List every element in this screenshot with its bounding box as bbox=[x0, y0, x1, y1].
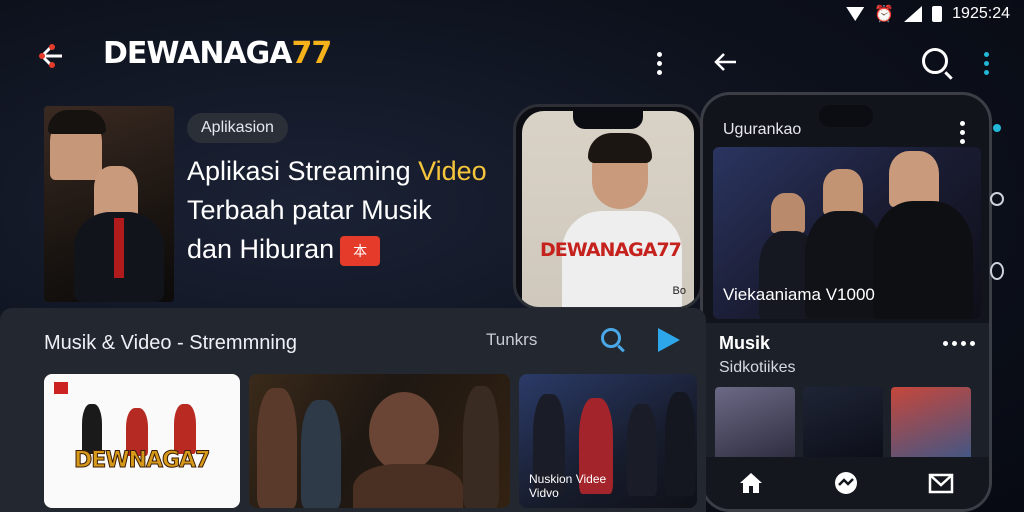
phone-bottom-nav bbox=[703, 457, 989, 509]
back-arrow-icon[interactable] bbox=[712, 48, 740, 76]
more-menu-icon-right[interactable] bbox=[983, 52, 989, 75]
messenger-icon[interactable] bbox=[833, 471, 859, 495]
hero-headline: Aplikasi Streaming Video Terbaah patar M… bbox=[187, 152, 517, 269]
phone-left-brand: DEWANAGA77 bbox=[540, 239, 682, 261]
hot-badge: 本 bbox=[340, 235, 381, 266]
mail-icon[interactable] bbox=[928, 471, 954, 495]
headline-line2: Terbaah patar Musik bbox=[187, 195, 432, 225]
search-icon[interactable] bbox=[922, 48, 948, 74]
alarm-icon: ⏰ bbox=[874, 6, 895, 23]
more-menu-icon[interactable] bbox=[656, 52, 662, 75]
section-more-icon[interactable] bbox=[943, 341, 975, 346]
category-pill[interactable]: Aplikasion bbox=[187, 113, 288, 143]
wifi-icon bbox=[846, 7, 865, 21]
phone-right-section-sub: Sidkotiikes bbox=[719, 359, 796, 376]
phone-right-hero-caption: Viekaaniama V1000 bbox=[723, 285, 875, 304]
battery-icon bbox=[932, 6, 943, 22]
thumb-1[interactable] bbox=[715, 387, 795, 463]
hero-image[interactable] bbox=[44, 106, 174, 302]
phone-left-screen[interactable]: DEWANAGA77 Bo bbox=[522, 111, 694, 307]
panel-title: Musik & Video - Stremmning bbox=[44, 332, 298, 354]
edge-profile-icon[interactable] bbox=[990, 262, 1004, 280]
status-bar: ⏰ 1925:24 bbox=[846, 4, 1010, 24]
phone-notch bbox=[573, 111, 643, 129]
phone-right-section-title: Musik bbox=[719, 333, 771, 353]
phone-right-thumbs bbox=[715, 387, 971, 463]
home-icon[interactable] bbox=[738, 471, 764, 495]
card3-caption: Nuskion Videe Vidvo bbox=[529, 472, 606, 500]
video-card-3[interactable]: Nuskion Videe Vidvo bbox=[519, 374, 697, 508]
thumb-3[interactable] bbox=[891, 387, 971, 463]
phone-right-hero-image[interactable]: Viekaaniama V1000 bbox=[713, 147, 981, 319]
play-icon[interactable] bbox=[658, 328, 680, 352]
edge-search-icon[interactable] bbox=[990, 192, 1004, 206]
headline-highlight: Video bbox=[418, 156, 487, 186]
headline-line1: Aplikasi Streaming bbox=[187, 156, 419, 186]
phone-right-menu-icon[interactable] bbox=[959, 121, 965, 144]
headline-line3: dan Hiburan bbox=[187, 234, 335, 264]
card-badge-icon bbox=[54, 382, 68, 394]
indicator-dot bbox=[993, 124, 1001, 132]
phone-mockup-right: Ugurankao Viekaaniama V1000 Musik Sidkot… bbox=[700, 92, 992, 512]
status-time: 1925:24 bbox=[952, 5, 1010, 22]
phone-left-corner-text: Bo bbox=[672, 285, 686, 297]
app-brand: DEWANAGA77 bbox=[103, 36, 333, 71]
signal-icon bbox=[904, 6, 923, 22]
card3-caption-line2: Vidvo bbox=[529, 486, 559, 500]
panel-search-icon[interactable] bbox=[601, 328, 621, 348]
phone-mockup-left: DEWANAGA77 Bo bbox=[513, 104, 703, 310]
phone-right-section: Musik Sidkotiikes bbox=[703, 323, 989, 473]
card1-logo-text: DEWNAGA7 bbox=[73, 448, 210, 474]
phone-right-title: Ugurankao bbox=[723, 121, 802, 138]
share-back-icon[interactable] bbox=[36, 40, 68, 72]
thumb-2[interactable] bbox=[803, 387, 883, 463]
card3-caption-line1: Nuskion Videe bbox=[529, 472, 607, 486]
panel-link[interactable]: Tunkrs bbox=[486, 330, 537, 350]
brand-main: DEWANAGA bbox=[103, 36, 293, 71]
video-card-1[interactable]: DEWNAGA7 bbox=[44, 374, 240, 508]
video-card-2[interactable] bbox=[249, 374, 510, 508]
brand-accent: 77 bbox=[291, 36, 333, 71]
phone-notch-right bbox=[819, 105, 873, 127]
